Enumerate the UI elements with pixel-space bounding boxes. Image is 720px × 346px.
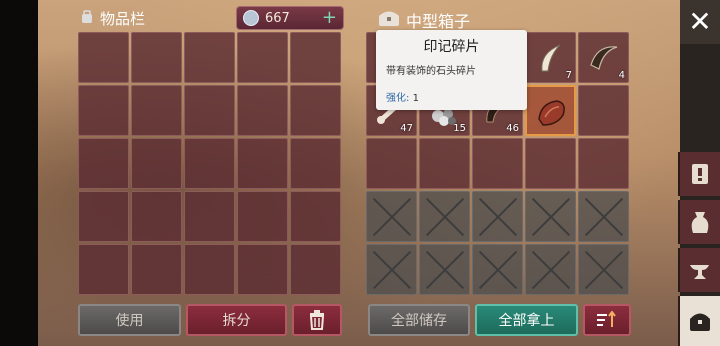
inventory-slot[interactable] — [237, 85, 288, 136]
chest-icon — [378, 9, 400, 31]
trash-icon — [309, 310, 325, 330]
inventory-slot[interactable] — [131, 191, 182, 242]
inventory-slot[interactable] — [78, 85, 129, 136]
inventory-grid — [78, 32, 341, 295]
chest-slot[interactable] — [578, 85, 629, 136]
upgrade-value: 1 — [412, 93, 419, 104]
tooltip-title: 印记碎片 — [423, 39, 480, 55]
use-button-label: 使用 — [115, 313, 144, 329]
locked-slot — [525, 191, 576, 242]
inventory-slot[interactable] — [78, 138, 129, 189]
inventory-slot[interactable] — [237, 191, 288, 242]
locked-slot — [472, 191, 523, 242]
inventory-slot[interactable] — [290, 138, 341, 189]
chest-slot[interactable] — [419, 138, 470, 189]
inventory-slot[interactable] — [131, 85, 182, 136]
locked-slot — [525, 244, 576, 295]
chest-slot[interactable] — [472, 138, 523, 189]
chest-slot[interactable] — [366, 138, 417, 189]
inventory-slot[interactable] — [184, 85, 235, 136]
scroll-icon — [692, 164, 708, 184]
sort-button[interactable] — [583, 304, 631, 336]
bag-icon — [80, 9, 94, 28]
item-tooltip: 印记碎片 带有装饰的石头碎片 强化: 1 — [376, 30, 527, 110]
inventory-slot[interactable] — [290, 191, 341, 242]
sort-icon — [597, 311, 616, 327]
locked-slot — [578, 191, 629, 242]
use-button[interactable]: 使用 — [78, 304, 181, 336]
delete-button[interactable] — [292, 304, 342, 336]
tab-storage[interactable] — [678, 296, 720, 346]
locked-slot — [366, 191, 417, 242]
inventory-slot[interactable] — [237, 244, 288, 295]
tooltip-description: 带有装饰的石头碎片 — [386, 66, 476, 77]
locked-slot — [578, 244, 629, 295]
chest-slot[interactable] — [578, 138, 629, 189]
chest-slot[interactable] — [525, 138, 576, 189]
inventory-slot[interactable] — [78, 191, 129, 242]
inventory-slot[interactable] — [184, 32, 235, 83]
close-icon: ✕ — [688, 5, 712, 38]
leather-icon — [538, 100, 565, 126]
locked-slot — [419, 191, 470, 242]
chest-tab-icon — [690, 313, 710, 331]
fang-icon — [590, 46, 618, 70]
close-button[interactable]: ✕ — [680, 0, 720, 44]
inventory-slot[interactable] — [78, 244, 129, 295]
chest-slot-selected[interactable] — [525, 85, 576, 136]
inventory-slot[interactable] — [131, 138, 182, 189]
tab-resources[interactable] — [678, 200, 720, 244]
inventory-slot[interactable] — [290, 85, 341, 136]
gem-icon — [243, 10, 259, 26]
split-button[interactable]: 拆分 — [186, 304, 287, 336]
add-currency-icon[interactable]: + — [322, 9, 337, 27]
tab-crafting[interactable] — [678, 248, 720, 292]
chest-slot[interactable]: 7 — [525, 32, 576, 83]
locked-slot — [472, 244, 523, 295]
inventory-slot[interactable] — [290, 32, 341, 83]
inventory-slot[interactable] — [237, 138, 288, 189]
currency-amount: 667 — [265, 10, 290, 26]
inventory-slot[interactable] — [184, 244, 235, 295]
item-quantity: 47 — [400, 123, 413, 134]
chest-slot[interactable]: 4 — [578, 32, 629, 83]
locked-slot — [366, 244, 417, 295]
upgrade-label: 强化: — [386, 93, 410, 104]
chest-title-label: 中型箱子 — [406, 12, 471, 31]
take-all-button-label: 全部拿上 — [498, 313, 555, 329]
item-quantity: 15 — [453, 123, 466, 134]
left-black-bar — [0, 0, 38, 346]
split-button-label: 拆分 — [222, 313, 251, 329]
chest-title: 中型箱子 — [378, 8, 470, 32]
tab-quests[interactable] — [678, 152, 720, 196]
item-quantity: 7 — [565, 70, 572, 81]
inventory-title-label: 物品栏 — [100, 10, 146, 28]
tooltip-upgrade: 强化: 1 — [386, 89, 527, 104]
inventory-slot[interactable] — [290, 244, 341, 295]
claw-icon — [541, 44, 561, 72]
anvil-icon — [690, 265, 709, 279]
inventory-title: 物品栏 — [80, 8, 145, 29]
store-all-button-label: 全部储存 — [391, 313, 447, 329]
inventory-slot[interactable] — [131, 244, 182, 295]
currency-display[interactable]: 667 + — [236, 6, 344, 30]
store-all-button[interactable]: 全部储存 — [368, 304, 470, 336]
sack-icon — [691, 212, 709, 233]
inventory-slot[interactable] — [184, 138, 235, 189]
item-quantity: 4 — [618, 70, 625, 81]
inventory-slot[interactable] — [78, 32, 129, 83]
item-quantity: 46 — [506, 123, 519, 134]
locked-slot — [419, 244, 470, 295]
inventory-slot[interactable] — [184, 191, 235, 242]
inventory-slot[interactable] — [131, 32, 182, 83]
take-all-button[interactable]: 全部拿上 — [475, 304, 578, 336]
inventory-slot[interactable] — [237, 32, 288, 83]
